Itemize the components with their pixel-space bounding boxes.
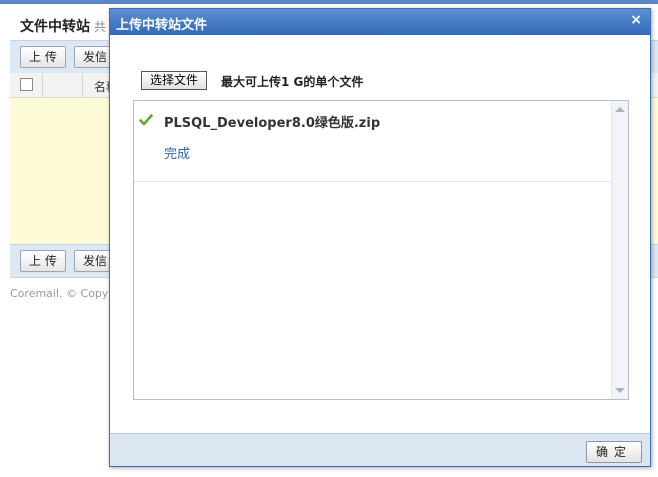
check-icon: [139, 114, 153, 126]
top-accent-bar: [0, 0, 658, 4]
ok-button[interactable]: 确定: [585, 441, 642, 463]
scroll-down-icon[interactable]: [615, 388, 625, 393]
column-divider: [42, 73, 43, 97]
dialog-header[interactable]: 上传中转站文件 ×: [110, 9, 650, 35]
scroll-up-icon[interactable]: [615, 107, 625, 112]
close-icon[interactable]: ×: [630, 12, 642, 28]
file-name: PLSQL_Developer8.0绿色版.zip: [164, 116, 381, 131]
select-all-checkbox[interactable]: [20, 78, 33, 91]
list-item: PLSQL_Developer8.0绿色版.zip 完成: [134, 101, 610, 182]
upload-file-list: PLSQL_Developer8.0绿色版.zip 完成: [133, 100, 629, 400]
upload-dialog: 上传中转站文件 × 选择文件 最大可上传1 G的单个文件 PLSQL_Devel…: [109, 8, 651, 467]
upload-status: 完成: [164, 147, 191, 162]
dialog-footer: 确定: [110, 433, 650, 466]
page-title-count: 共: [94, 20, 107, 34]
upload-button[interactable]: 上 传: [20, 46, 66, 68]
column-divider: [82, 73, 83, 97]
page-title: 文件中转站: [20, 19, 90, 35]
list-scrollbar[interactable]: [611, 101, 628, 399]
upload-button-bottom[interactable]: 上 传: [20, 250, 66, 272]
choose-file-button[interactable]: 选择文件: [141, 71, 208, 90]
dialog-title: 上传中转站文件: [116, 18, 208, 33]
upload-limit-text: 最大可上传1 G的单个文件: [221, 75, 364, 89]
